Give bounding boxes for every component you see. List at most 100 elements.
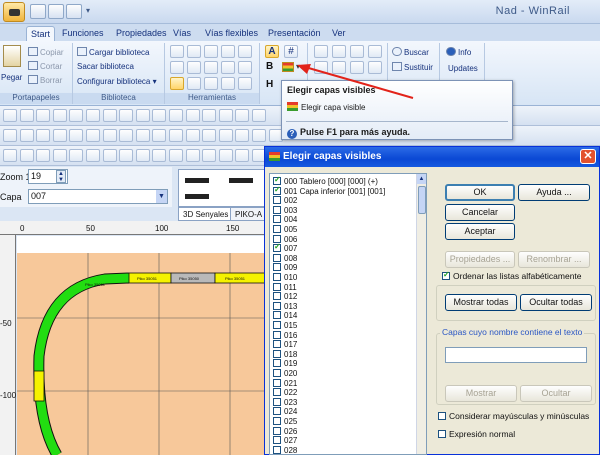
toolbar-tool-icon[interactable] <box>19 149 34 162</box>
layer-item[interactable]: 020 <box>273 369 297 378</box>
toolbar-tool-icon[interactable] <box>69 149 84 162</box>
layer-item[interactable]: 002 <box>273 196 297 205</box>
toolbar-tool-icon[interactable] <box>152 149 167 162</box>
layer-checkbox[interactable] <box>273 388 281 397</box>
toolbar-tool-icon[interactable] <box>102 129 117 142</box>
layer-item[interactable]: 003 <box>273 205 297 215</box>
hide-button[interactable]: Ocultar <box>520 385 592 402</box>
rename-button[interactable]: Renombrar ... <box>518 251 590 268</box>
layer-item[interactable]: 010 <box>273 273 297 282</box>
chevron-down-icon[interactable]: ▼ <box>156 190 167 203</box>
layer-item[interactable]: 015 <box>273 321 297 330</box>
show-all-button[interactable]: Mostrar todas <box>445 294 517 311</box>
align-icon[interactable] <box>204 61 218 74</box>
toolbar-tool-icon[interactable] <box>185 109 200 122</box>
toolbar-tool-icon[interactable] <box>19 109 34 122</box>
app-menu-icon[interactable] <box>3 2 25 22</box>
layer-checkbox[interactable] <box>273 273 281 281</box>
layer-checkbox[interactable] <box>273 426 281 435</box>
visible-layers-icon[interactable] <box>282 62 294 72</box>
toolbar-tool-icon[interactable] <box>86 109 100 122</box>
text-tool-icon[interactable] <box>238 45 252 58</box>
toolbar-tool-icon[interactable] <box>202 109 217 122</box>
toolbar-tool-icon[interactable] <box>202 129 217 142</box>
align-top-icon[interactable] <box>368 45 382 58</box>
toolbar-tool-icon[interactable] <box>218 109 233 122</box>
layer-item[interactable]: 022 <box>273 388 297 397</box>
tab-funciones[interactable]: Funciones <box>58 26 108 41</box>
layer-item[interactable]: 013 <box>273 301 297 311</box>
layer-checkbox[interactable] <box>273 407 281 416</box>
toolbar-tool-icon[interactable] <box>3 109 17 122</box>
track-tool-icon[interactable] <box>170 77 184 90</box>
zoom-spinner-icon[interactable]: ▲ ▼ <box>56 170 66 183</box>
sort-checkbox-box[interactable] <box>442 270 450 280</box>
toolbar-tool-icon[interactable] <box>135 149 150 162</box>
layer-checkbox[interactable] <box>273 196 281 205</box>
align-center-icon[interactable] <box>332 45 346 58</box>
layer-checkbox[interactable] <box>273 417 281 425</box>
layer-item[interactable]: 027 <box>273 436 297 445</box>
layer-checkbox[interactable] <box>273 215 281 224</box>
toolbar-tool-icon[interactable] <box>169 129 183 142</box>
layer-item[interactable]: 017 <box>273 340 297 349</box>
scroll-up-icon[interactable]: ▲ <box>417 174 426 184</box>
delete-button[interactable]: Borrar <box>28 75 62 86</box>
font-a-button[interactable]: A <box>265 45 279 58</box>
layer-item[interactable]: 016 <box>273 330 297 340</box>
cancel-button[interactable]: Cancelar <box>445 204 515 221</box>
toolbar-tool-icon[interactable] <box>3 149 17 162</box>
layout-canvas[interactable]: Piko 35051 Piko 35050 Piko 35051 Piko 35… <box>17 236 270 455</box>
layer-checkbox[interactable] <box>273 330 281 339</box>
qat-dropdown-icon[interactable]: ▾ <box>86 6 90 15</box>
split-icon[interactable] <box>221 45 235 58</box>
layer-checkbox[interactable] <box>273 369 281 377</box>
pointer-icon[interactable] <box>66 4 82 19</box>
layer-item[interactable]: 009 <box>273 263 297 272</box>
layer-checkbox[interactable] <box>273 349 281 358</box>
move-icon[interactable] <box>238 61 252 74</box>
select-track-icon[interactable] <box>187 45 201 58</box>
tab-vias[interactable]: Vías <box>169 26 195 41</box>
connect-icon[interactable] <box>204 45 218 58</box>
align-left-icon[interactable] <box>314 45 328 58</box>
layer-checkbox[interactable] <box>273 321 281 329</box>
tab-propiedades[interactable]: Propiedades <box>112 26 171 41</box>
layer-list[interactable]: 000 Tablero [000] [000] (+)001 Capa infe… <box>269 173 427 455</box>
layer-item[interactable]: 023 <box>273 397 297 407</box>
layer-item[interactable]: 019 <box>273 359 297 368</box>
close-icon[interactable]: ✕ <box>580 149 596 164</box>
filter-input[interactable] <box>445 347 587 363</box>
layer-checkbox[interactable] <box>273 263 281 272</box>
layer-item[interactable]: 026 <box>273 426 297 436</box>
layer-checkbox[interactable] <box>273 185 281 195</box>
toolbar-tool-icon[interactable] <box>52 129 67 142</box>
layer-item[interactable]: 005 <box>273 225 297 234</box>
toolbar-tool-icon[interactable] <box>218 129 233 142</box>
help-button[interactable]: Ayuda ... <box>518 184 590 201</box>
toolbar-tool-icon[interactable] <box>3 129 17 142</box>
toolbar-tool-icon[interactable] <box>185 129 200 142</box>
measure-icon[interactable] <box>170 61 184 74</box>
toolbar-tool-icon[interactable] <box>102 149 117 162</box>
toolbar-tool-icon[interactable] <box>52 149 67 162</box>
save-icon[interactable] <box>30 4 46 19</box>
hide-all-button[interactable]: Ocultar todas <box>520 294 592 311</box>
tab-3d-senyales[interactable]: 3D Senyales <box>178 207 234 221</box>
select-arrow-icon[interactable] <box>170 45 184 58</box>
layer-checkbox[interactable] <box>273 242 281 253</box>
toolbar-tool-icon[interactable] <box>69 129 84 142</box>
toolbar-tool-icon[interactable] <box>135 109 150 122</box>
match-case-checkbox[interactable]: Considerar mayúsculas y minúsculas <box>438 411 589 421</box>
toolbar-tool-icon[interactable] <box>102 109 117 122</box>
show-button[interactable]: Mostrar <box>445 385 517 402</box>
layer-item[interactable]: 025 <box>273 417 297 426</box>
regex-checkbox[interactable]: Expresión normal <box>438 429 515 439</box>
toolbar-tool-icon[interactable] <box>169 149 183 162</box>
layer-item[interactable]: 014 <box>273 311 297 320</box>
toolbar-tool-icon[interactable] <box>52 109 67 122</box>
layer-item[interactable]: 012 <box>273 292 297 301</box>
toolbar-tool-icon[interactable] <box>202 149 217 162</box>
layer-item[interactable]: 028 <box>273 445 297 454</box>
grid-icon[interactable]: # <box>284 45 298 58</box>
